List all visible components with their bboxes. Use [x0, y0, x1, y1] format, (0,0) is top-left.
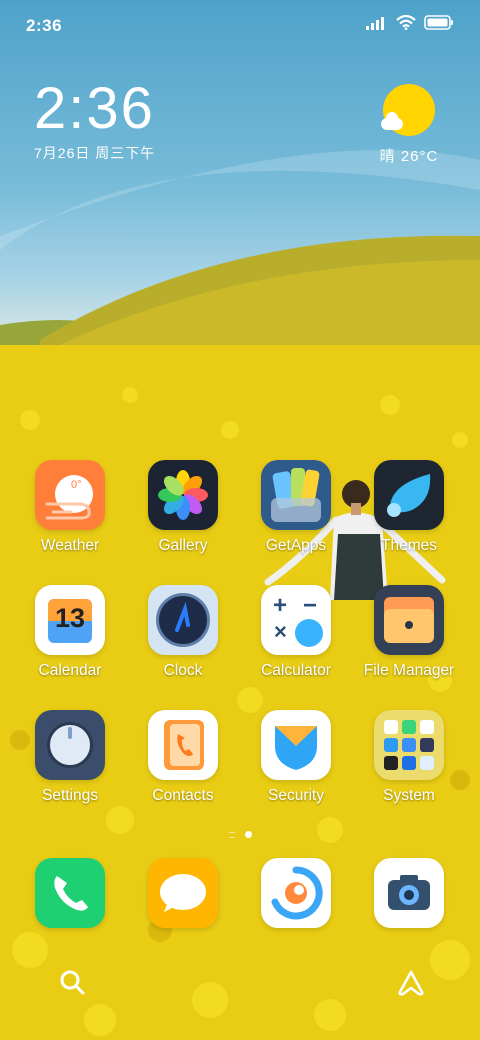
app-label: Settings [41, 787, 98, 804]
widget-date: 7月26日 周三下午 [34, 145, 156, 161]
app-weather[interactable]: 0° Weather [14, 460, 126, 555]
page-dot-active[interactable] [244, 831, 252, 838]
app-label: Themes [381, 537, 437, 554]
app-label: Calculator [261, 662, 331, 679]
app-label: Calendar [38, 662, 102, 679]
page-indicator[interactable] [0, 831, 480, 838]
search-icon[interactable] [58, 968, 88, 998]
app-calculator[interactable]: + − × Calculator [240, 585, 352, 680]
app-label: GetApps [265, 537, 327, 554]
dock-phone[interactable] [35, 858, 105, 928]
app-getapps[interactable]: GetApps [240, 460, 352, 555]
app-label: File Manager [363, 662, 455, 679]
security-app-icon [261, 710, 331, 780]
browser-icon [261, 858, 331, 928]
widget-time: 2:36 [34, 76, 155, 141]
dock-browser[interactable] [261, 858, 331, 928]
folder-icon [374, 710, 444, 780]
wifi-icon [396, 15, 416, 30]
messages-icon [148, 858, 218, 928]
app-label: Clock [163, 662, 203, 679]
app-clock[interactable]: Clock [127, 585, 239, 680]
app-label: Weather [40, 537, 100, 554]
clock-widget[interactable]: 2:36 7月26日 周三下午 [34, 78, 155, 163]
app-file-manager[interactable]: File Manager [353, 585, 465, 680]
weather-summary: 晴 26°C [379, 148, 439, 165]
app-vault-icon[interactable] [396, 968, 426, 998]
app-contacts[interactable]: Contacts [127, 710, 239, 805]
settings-app-icon [35, 710, 105, 780]
app-security[interactable]: Security [240, 710, 352, 805]
battery-icon [424, 15, 453, 30]
app-label: Contacts [152, 787, 214, 804]
gallery-app-icon [148, 460, 218, 530]
file-manager-app-icon [374, 585, 444, 655]
signal-icon [366, 16, 384, 30]
status-time: 2:36 [26, 16, 63, 35]
calendar-app-icon: 13 [35, 585, 105, 655]
weather-app-icon: 0° [35, 460, 105, 530]
app-label: System [383, 787, 435, 804]
phone-icon [35, 858, 105, 928]
app-calendar[interactable]: 13 Calendar [14, 585, 126, 680]
getapps-app-icon [261, 460, 331, 530]
calculator-app-icon: + − × [261, 585, 331, 655]
dock-messages[interactable] [148, 858, 218, 928]
contacts-app-icon [148, 710, 218, 780]
app-label: Gallery [158, 537, 208, 554]
themes-app-icon [374, 460, 444, 530]
app-settings[interactable]: Settings [14, 710, 126, 805]
camera-icon [374, 858, 444, 928]
weather-widget[interactable]: 晴 26°C [374, 84, 444, 166]
app-system-folder[interactable]: System [353, 710, 465, 805]
page-dot-feed[interactable] [228, 831, 235, 838]
sunny-icon [381, 84, 435, 136]
app-label: Security [268, 787, 324, 804]
app-themes[interactable]: Themes [353, 460, 465, 555]
dock-camera[interactable] [374, 858, 444, 928]
app-gallery[interactable]: Gallery [127, 460, 239, 555]
status-bar: 2:36 [0, 0, 480, 50]
clock-app-icon [148, 585, 218, 655]
status-icons [366, 15, 454, 30]
